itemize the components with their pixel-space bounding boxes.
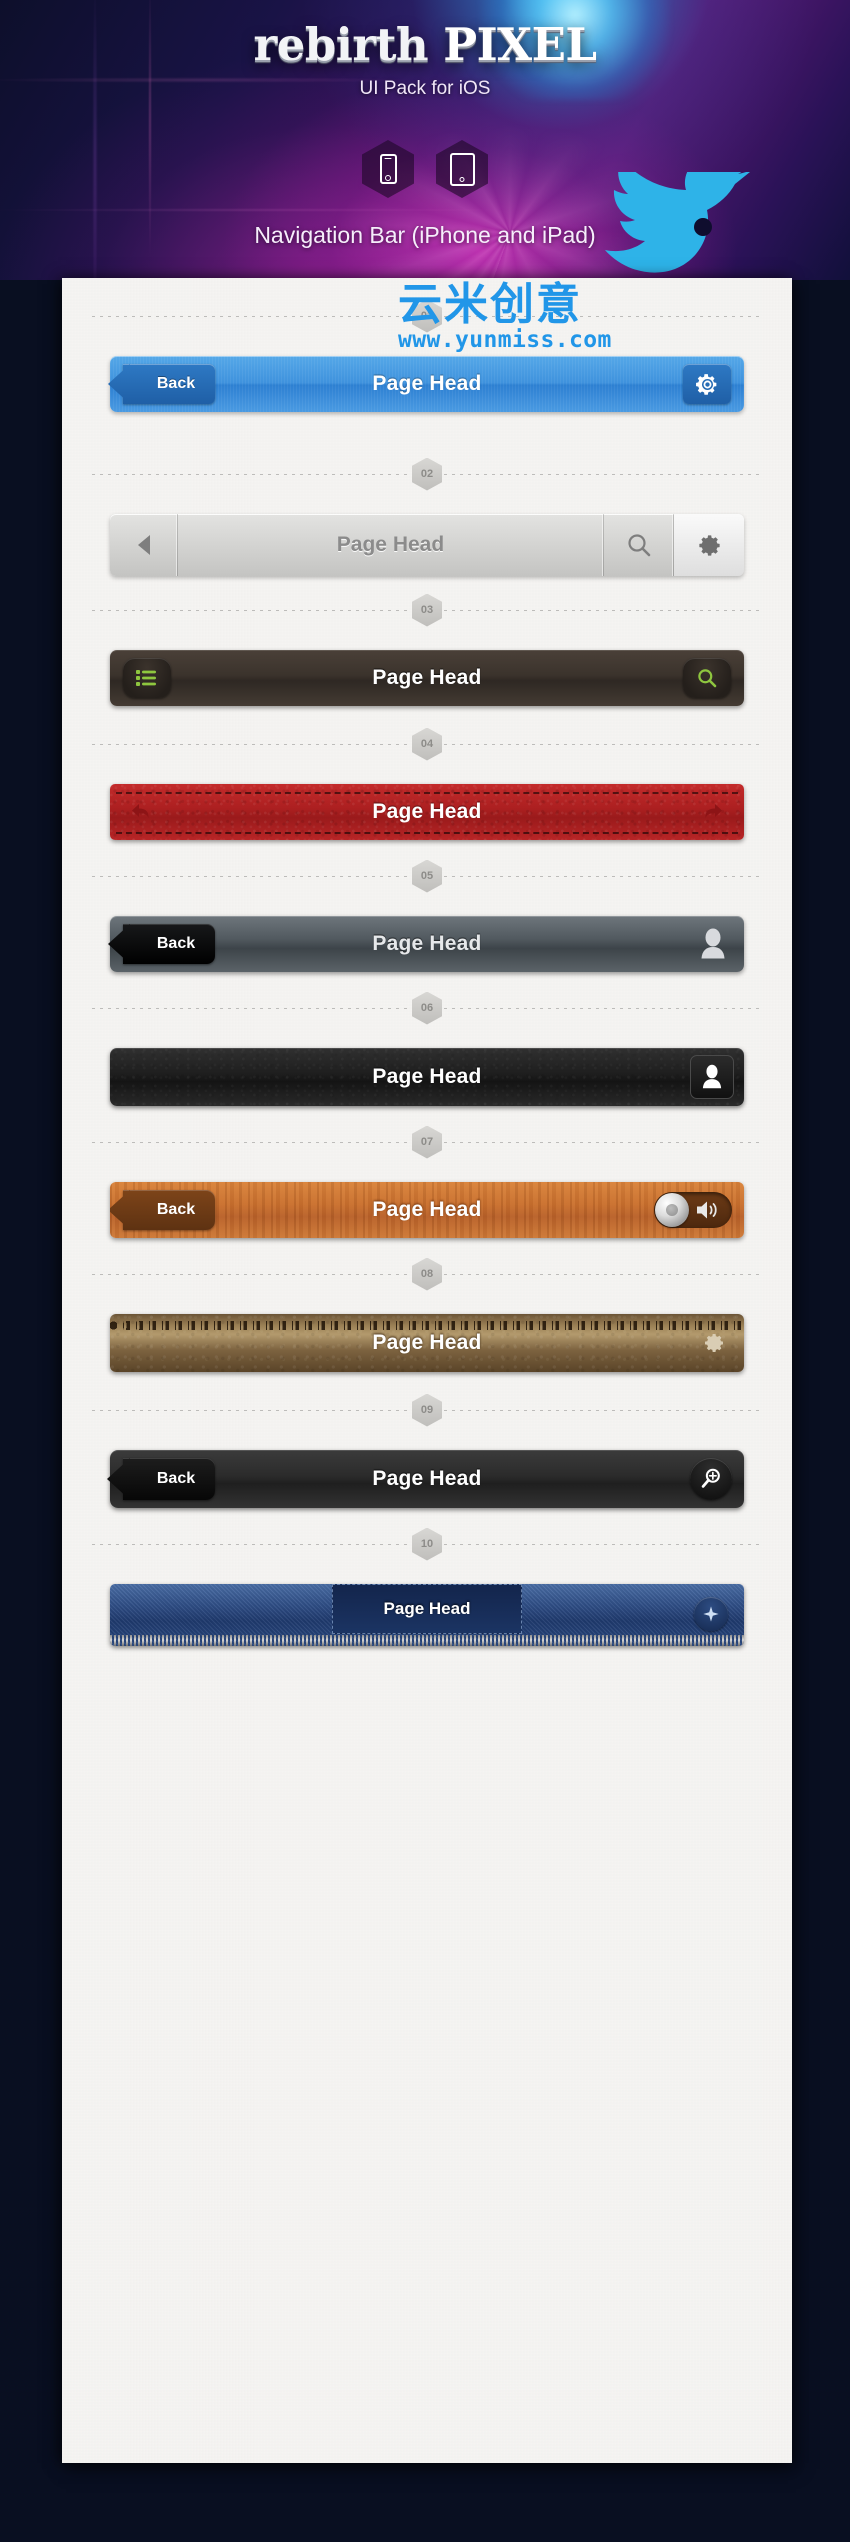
speaker-icon <box>697 1201 717 1219</box>
zipper-decoration <box>110 1635 744 1646</box>
user-icon <box>702 1064 722 1088</box>
list-icon <box>136 670 156 686</box>
separator-number: 04 <box>412 727 442 761</box>
zoom-in-icon <box>701 1468 720 1488</box>
nav-bar-06[interactable]: Page Head <box>110 1048 744 1106</box>
separator-number: 09 <box>412 1393 442 1427</box>
user-button[interactable] <box>690 1055 734 1099</box>
gear-button[interactable] <box>683 364 731 404</box>
zoom-in-button[interactable] <box>690 1458 732 1500</box>
gear-button[interactable] <box>674 514 744 576</box>
list-button[interactable] <box>123 658 171 698</box>
twitter-bird-icon <box>605 172 750 273</box>
nav-bar-03[interactable]: Page Head <box>110 650 744 706</box>
search-icon <box>698 669 717 688</box>
iphone-icon <box>362 140 414 198</box>
redo-arrow-icon <box>705 804 722 818</box>
separator-number: 06 <box>412 991 442 1025</box>
ipad-icon <box>436 140 488 198</box>
hero-subtitle: UI Pack for iOS <box>359 78 491 99</box>
nav-bar-07[interactable]: Page Head Back <box>110 1182 744 1238</box>
nav-title: Page Head <box>383 1599 471 1618</box>
back-button[interactable]: Back <box>123 1458 215 1500</box>
content-sheet: 01 Page Head Back 02 Page Head 03 Page H… <box>62 278 792 2463</box>
undo-button[interactable] <box>130 799 156 830</box>
separator-01: 01 <box>62 299 792 333</box>
search-icon <box>627 534 650 557</box>
nav-title: Page Head <box>372 1065 482 1088</box>
separator-number: 05 <box>412 859 442 893</box>
brand-name-light: rebirth <box>253 18 444 71</box>
user-icon <box>701 928 725 959</box>
separator-03: 03 <box>62 593 792 627</box>
search-button[interactable] <box>604 514 674 576</box>
toggle-knob[interactable] <box>655 1193 689 1227</box>
nav-bar-09[interactable]: Page Head Back <box>110 1450 744 1508</box>
gear-icon <box>695 373 716 395</box>
nav-bar-05[interactable]: Page Head Back <box>110 916 744 972</box>
separator-05: 05 <box>62 859 792 893</box>
back-button[interactable]: Back <box>123 924 215 964</box>
separator-10: 10 <box>62 1527 792 1561</box>
separator-number: 10 <box>412 1527 442 1561</box>
gear-button[interactable] <box>702 1331 726 1360</box>
separator-04: 04 <box>62 727 792 761</box>
nav-title-segment: Page Head <box>178 514 604 576</box>
separator-07: 07 <box>62 1125 792 1159</box>
back-button[interactable] <box>110 514 178 576</box>
undo-arrow-icon <box>132 804 149 818</box>
back-triangle-icon <box>137 535 150 555</box>
nav-bar-10[interactable]: Page Head <box>110 1584 744 1646</box>
separator-08: 08 <box>62 1257 792 1291</box>
nav-title: Page Head <box>336 533 445 556</box>
separator-number: 02 <box>412 457 442 491</box>
nav-bar-02[interactable]: Page Head <box>110 514 744 576</box>
compass-icon <box>703 1606 719 1622</box>
gear-icon <box>705 1334 723 1352</box>
nav-bar-01[interactable]: Page Head Back <box>110 356 744 412</box>
compass-button[interactable] <box>694 1597 728 1631</box>
speaker-toggle[interactable] <box>654 1192 732 1228</box>
separator-09: 09 <box>62 1393 792 1427</box>
redo-button[interactable] <box>698 799 724 830</box>
separator-06: 06 <box>62 991 792 1025</box>
back-button[interactable]: Back <box>123 364 215 404</box>
separator-number: 08 <box>412 1257 442 1291</box>
brand-name-bold: PIXEL <box>443 18 597 71</box>
gear-icon <box>698 534 720 556</box>
search-button[interactable] <box>683 658 731 698</box>
separator-02: 02 <box>62 457 792 491</box>
separator-number: 07 <box>412 1125 442 1159</box>
user-button[interactable] <box>698 928 728 967</box>
separator-number: 01 <box>412 299 442 333</box>
nav-title-patch: Page Head <box>332 1584 522 1634</box>
hero-banner: rebirth PIXEL UI Pack for iOS Navigation… <box>0 0 850 280</box>
page-title: rebirth PIXEL <box>0 22 850 67</box>
separator-number: 03 <box>412 593 442 627</box>
nav-title: Page Head <box>372 666 482 689</box>
back-button[interactable]: Back <box>123 1190 215 1230</box>
nav-bar-04[interactable]: Page Head <box>110 784 744 840</box>
nav-bar-08[interactable]: Page Head <box>110 1314 744 1372</box>
